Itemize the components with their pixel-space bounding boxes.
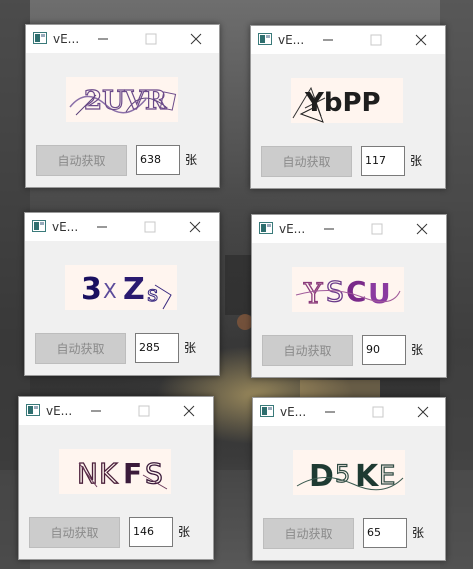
close-icon[interactable] [412,401,434,423]
window-title: vE... [53,32,80,46]
title-bar[interactable]: vE... [19,397,213,425]
captcha-image: 3 X Z s [65,265,177,310]
auto-fetch-button[interactable]: 自动获取 [263,518,354,549]
svg-text:U: U [368,277,391,310]
svg-text:F: F [123,457,142,490]
captcha-image: N K F S [59,449,171,494]
captcha-window-4: vE... Y S C U 自动获取 90 张 [251,214,447,378]
captcha-image: YbPP [291,78,403,123]
window-title: vE... [280,405,307,419]
svg-text:Z: Z [123,272,145,307]
window-title: vE... [52,220,79,234]
auto-fetch-button[interactable]: 自动获取 [29,517,120,548]
app-icon [26,404,40,416]
title-bar[interactable]: vE... [251,26,445,54]
svg-text:K: K [99,457,118,490]
minimize-icon[interactable] [319,401,341,423]
count-field[interactable]: 117 [361,146,405,176]
svg-text:D: D [309,459,334,494]
auto-fetch-button[interactable]: 自动获取 [262,335,353,366]
unit-label: 张 [412,526,425,540]
count-field[interactable]: 638 [136,145,180,175]
app-icon [259,222,273,234]
minimize-icon[interactable] [318,218,340,240]
svg-text:E: E [379,461,395,491]
captcha-image: D 5 K E [293,450,405,495]
svg-text:2UVR: 2UVR [84,86,167,116]
count-field[interactable]: 285 [135,333,179,363]
maximize-icon[interactable] [366,218,388,240]
minimize-icon[interactable] [91,216,113,238]
auto-fetch-button[interactable]: 自动获取 [36,145,127,176]
minimize-icon[interactable] [85,400,107,422]
app-icon [33,32,47,44]
close-icon[interactable] [184,216,206,238]
captcha-window-1: vE... 2UVR 自动获取 638 张 [25,24,220,188]
captcha-image: 2UVR [66,77,178,122]
title-bar[interactable]: vE... [252,215,446,243]
unit-label: 张 [185,153,198,167]
count-field[interactable]: 90 [362,335,406,365]
auto-fetch-button[interactable]: 自动获取 [35,333,126,364]
minimize-icon[interactable] [92,28,114,50]
maximize-icon[interactable] [133,400,155,422]
unit-label: 张 [410,154,423,168]
svg-text:Y: Y [303,277,323,310]
maximize-icon[interactable] [139,216,161,238]
unit-label: 张 [178,525,191,539]
app-icon [258,33,272,45]
svg-text:5: 5 [335,460,350,488]
close-icon[interactable] [185,28,207,50]
close-icon[interactable] [411,218,433,240]
unit-label: 张 [411,343,424,357]
svg-text:YbPP: YbPP [304,88,381,118]
captcha-window-2: vE... YbPP 自动获取 117 张 [250,25,446,189]
maximize-icon[interactable] [140,28,162,50]
title-bar[interactable]: vE... [26,25,219,53]
svg-text:3: 3 [81,272,102,307]
captcha-window-3: vE... 3 X Z s 自动获取 285 张 [24,212,220,376]
captcha-window-5: vE... N K F S 自动获取 146 张 [18,396,214,560]
count-field[interactable]: 65 [363,518,407,548]
window-title: vE... [46,404,73,418]
captcha-image: Y S C U [292,267,404,312]
auto-fetch-button[interactable]: 自动获取 [261,146,352,177]
svg-text:X: X [103,279,117,303]
title-bar[interactable]: vE... [253,398,445,426]
maximize-icon[interactable] [367,401,389,423]
unit-label: 张 [184,341,197,355]
close-icon[interactable] [410,29,432,51]
app-icon [32,220,46,232]
title-bar[interactable]: vE... [25,213,219,241]
window-title: vE... [278,33,305,47]
captcha-window-6: vE... D 5 K E 自动获取 65 张 [252,397,446,561]
app-icon [260,405,274,417]
close-icon[interactable] [178,400,200,422]
svg-text:C: C [346,275,367,308]
minimize-icon[interactable] [317,29,339,51]
maximize-icon[interactable] [365,29,387,51]
count-field[interactable]: 146 [129,517,173,547]
window-title: vE... [279,222,306,236]
